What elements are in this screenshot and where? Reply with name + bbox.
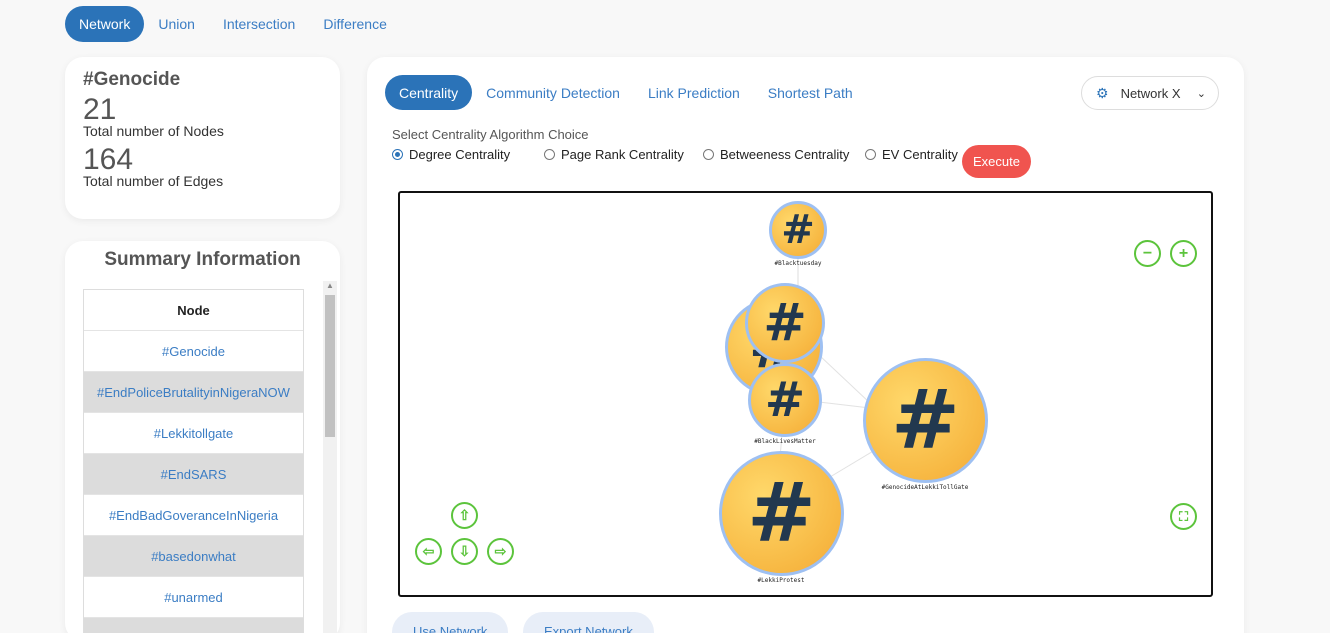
zoom-out-icon[interactable]: − bbox=[1134, 240, 1161, 267]
gear-icon: ⚙ bbox=[1096, 84, 1109, 101]
node-count: 21 bbox=[83, 93, 117, 126]
library-select-value: Network X bbox=[1120, 85, 1181, 101]
algorithm-choice-label: Select Centrality Algorithm Choice bbox=[392, 127, 589, 142]
top-tabs: Network Union Intersection Difference bbox=[65, 6, 401, 42]
pan-down-icon[interactable]: ⇩ bbox=[451, 538, 478, 565]
table-row[interactable]: #basedonwhat bbox=[84, 536, 303, 577]
radio-label: EV Centrality bbox=[882, 147, 958, 162]
table-row[interactable]: #unarmed bbox=[84, 577, 303, 618]
summary-card: Summary Information Node #Genocide #EndP… bbox=[65, 241, 340, 633]
pan-right-icon[interactable]: ⇨ bbox=[487, 538, 514, 565]
table-row[interactable]: #EndPoliceBrutalityinNigeraNOW bbox=[84, 372, 303, 413]
library-select[interactable]: ⚙ Network X ⌄ bbox=[1081, 76, 1219, 110]
radio-button[interactable] bbox=[544, 149, 555, 160]
node-label: #GenocideAtLekkiTollGate bbox=[881, 484, 969, 491]
zoom-in-icon[interactable]: + bbox=[1170, 240, 1197, 267]
table-scrollbar[interactable]: ▲ bbox=[323, 281, 337, 633]
radio-button[interactable] bbox=[703, 149, 714, 160]
radio-ev-centrality[interactable]: EV Centrality bbox=[865, 147, 958, 162]
radio-label: Betweeness Centrality bbox=[720, 147, 850, 162]
graph-node[interactable]: # bbox=[748, 363, 822, 437]
graph-node[interactable]: # bbox=[745, 283, 825, 363]
export-network-button[interactable]: Export Network bbox=[523, 612, 654, 633]
use-network-button[interactable]: Use Network bbox=[392, 612, 509, 633]
scrollbar-thumb[interactable] bbox=[325, 295, 335, 437]
graph-node[interactable]: # bbox=[719, 451, 844, 576]
node-label: #BlackLivesMatter bbox=[754, 438, 816, 445]
node-table: Node #Genocide #EndPoliceBrutalityinNige… bbox=[83, 289, 304, 633]
chevron-down-icon: ⌄ bbox=[1196, 87, 1206, 100]
node-count-label: Total number of Nodes bbox=[83, 123, 224, 139]
table-row[interactable] bbox=[84, 618, 303, 633]
summary-title: Summary Information bbox=[104, 249, 301, 270]
network-graph-canvas[interactable]: # #Blacktuesday # # # #BlackLivesMatter … bbox=[398, 191, 1213, 597]
centrality-radio-group: Degree Centrality Page Rank Centrality B… bbox=[392, 147, 958, 162]
graph-node[interactable]: # bbox=[769, 201, 827, 259]
table-row[interactable]: #EndBadGoveranceInNigeria bbox=[84, 495, 303, 536]
tab-intersection[interactable]: Intersection bbox=[209, 6, 309, 42]
main-panel: Centrality Community Detection Link Pred… bbox=[367, 57, 1244, 633]
node-label: #Blacktuesday bbox=[774, 260, 822, 267]
table-row[interactable]: #Genocide bbox=[84, 331, 303, 372]
tab-network[interactable]: Network bbox=[65, 6, 145, 42]
radio-degree-centrality[interactable]: Degree Centrality bbox=[392, 147, 544, 162]
fit-to-screen-icon[interactable]: ⛶ bbox=[1170, 503, 1197, 530]
pan-left-icon[interactable]: ⇦ bbox=[415, 538, 442, 565]
radio-label: Page Rank Centrality bbox=[561, 147, 684, 162]
scroll-up-icon[interactable]: ▲ bbox=[326, 281, 334, 290]
radio-page-rank-centrality[interactable]: Page Rank Centrality bbox=[544, 147, 703, 162]
network-stats-card: #Genocide 21 Total number of Nodes 164 T… bbox=[65, 57, 340, 219]
graph-node[interactable]: # bbox=[863, 358, 988, 483]
tab-shortest-path[interactable]: Shortest Path bbox=[754, 75, 867, 110]
table-row[interactable]: #EndSARS bbox=[84, 454, 303, 495]
table-header: Node bbox=[84, 290, 303, 331]
tab-centrality[interactable]: Centrality bbox=[385, 75, 473, 110]
execute-button[interactable]: Execute bbox=[962, 145, 1031, 178]
tab-union[interactable]: Union bbox=[144, 6, 209, 42]
radio-label: Degree Centrality bbox=[409, 147, 511, 162]
table-row[interactable]: #Lekkitollgate bbox=[84, 413, 303, 454]
node-label: #LekkiProtest bbox=[757, 577, 805, 584]
radio-button[interactable] bbox=[865, 149, 876, 160]
algorithm-tabs: Centrality Community Detection Link Pred… bbox=[385, 75, 867, 110]
radio-betweeness-centrality[interactable]: Betweeness Centrality bbox=[703, 147, 865, 162]
edge-count-label: Total number of Edges bbox=[83, 173, 224, 189]
network-title: #Genocide bbox=[83, 69, 181, 90]
radio-button[interactable] bbox=[392, 149, 403, 160]
edge-count: 164 bbox=[83, 143, 134, 176]
tab-difference[interactable]: Difference bbox=[309, 6, 401, 42]
tab-community-detection[interactable]: Community Detection bbox=[472, 75, 634, 110]
tab-link-prediction[interactable]: Link Prediction bbox=[634, 75, 754, 110]
pan-up-icon[interactable]: ⇧ bbox=[451, 502, 478, 529]
